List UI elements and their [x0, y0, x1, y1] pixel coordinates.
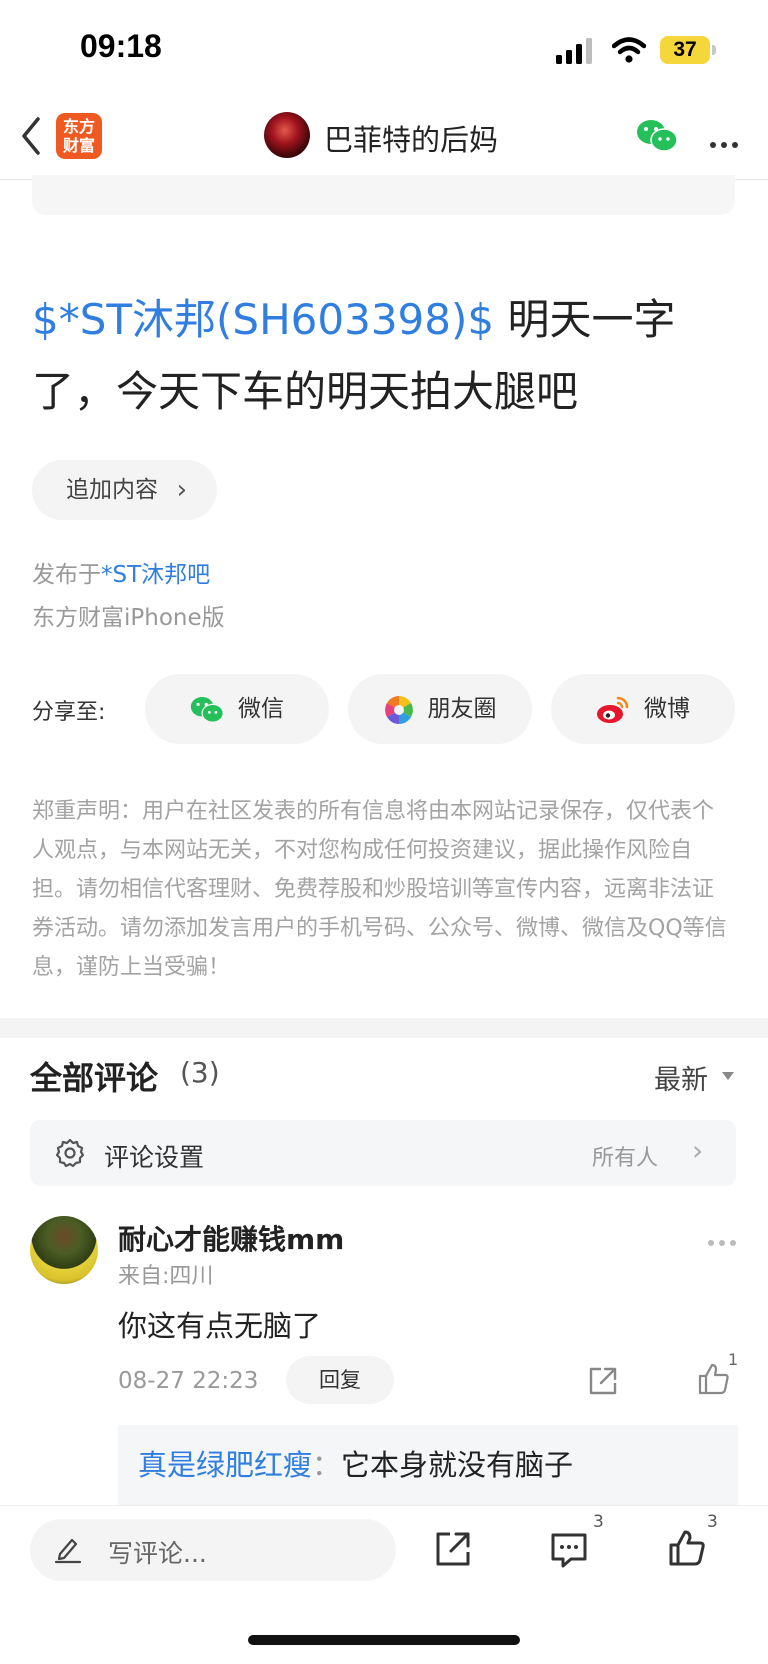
post-content: $*ST沐邦(SH603398)$ 明天一字了，今天下车的明天拍大腿吧: [32, 284, 737, 428]
comment-text: 你这有点无脑了: [118, 1309, 322, 1343]
stock-tag-link[interactable]: $*ST沐邦(SH603398)$: [32, 295, 494, 344]
section-separator: [0, 1018, 768, 1038]
sub-reply-text: 它本身就没有脑子: [341, 1448, 574, 1482]
share-wechat-button[interactable]: 微信: [145, 674, 329, 744]
chevron-right-icon: ›: [176, 475, 187, 505]
back-arrow-icon[interactable]: [20, 116, 42, 156]
weibo-icon: [597, 696, 629, 723]
share-moments-button[interactable]: 朋友圈: [348, 674, 532, 744]
app-logo-text: 东方 财富: [62, 117, 95, 155]
comment-settings-label: 评论设置: [104, 1143, 205, 1172]
like-count-badge: 3: [707, 1512, 718, 1532]
client-info: 东方财富iPhone版: [32, 605, 225, 631]
pencil-icon: [54, 1538, 82, 1564]
battery-indicator: 37: [660, 36, 710, 64]
author-avatar[interactable]: [264, 112, 310, 158]
comment-icon[interactable]: [549, 1530, 589, 1570]
comment-count-badge: 3: [593, 1512, 604, 1532]
more-menu-icon[interactable]: [710, 133, 743, 152]
chevron-right-icon: ›: [692, 1134, 704, 1167]
forum-link[interactable]: *ST沐邦吧: [101, 562, 210, 588]
commenter-location: 来自:四川: [118, 1264, 214, 1289]
comment-like-count: 1: [728, 1350, 739, 1369]
thumbs-up-icon[interactable]: [667, 1528, 707, 1568]
publish-info: 发布于*ST沐邦吧: [32, 555, 210, 589]
share-weibo-button[interactable]: 微博: [551, 674, 735, 744]
home-indicator: [248, 1635, 520, 1645]
write-comment-input[interactable]: [30, 1519, 396, 1581]
status-time: 09:18: [80, 28, 162, 64]
share-weibo-label: 微博: [644, 696, 690, 722]
reply-button[interactable]: 回复: [286, 1356, 394, 1404]
append-content-button[interactable]: 追加内容 ›: [32, 460, 217, 520]
sort-dropdown[interactable]: 最新: [654, 1058, 708, 1097]
disclaimer-text: 郑重声明：用户在社区发表的所有信息将由本网站记录保存，仅代表个人观点，与本网站无…: [32, 799, 727, 980]
battery-tip: [712, 45, 716, 55]
quoted-card: [32, 175, 735, 215]
comment-settings-value: 所有人: [592, 1146, 659, 1171]
sub-reply-user[interactable]: 真是绿肥红瘦: [138, 1448, 312, 1482]
author-name[interactable]: 巴菲特的后妈: [324, 117, 498, 159]
wechat-icon: [190, 696, 224, 723]
comment-more-icon[interactable]: [708, 1231, 741, 1250]
comments-count: (3): [180, 1056, 220, 1089]
comments-title: 全部评论: [30, 1059, 159, 1097]
share-icon[interactable]: [433, 1529, 473, 1569]
write-comment-placeholder: 写评论...: [108, 1539, 207, 1568]
wechat-icon[interactable]: [636, 118, 678, 154]
share-icon[interactable]: [587, 1365, 619, 1397]
publish-prefix: 发布于: [32, 562, 101, 588]
commenter-name[interactable]: 耐心才能赚钱mm: [118, 1218, 344, 1258]
gear-icon: [55, 1138, 85, 1168]
share-wechat-label: 微信: [238, 696, 284, 722]
comment-time: 08-27 22:23: [118, 1368, 259, 1394]
share-label: 分享至:: [32, 700, 106, 725]
app-logo[interactable]: 东方 财富: [56, 113, 102, 159]
sub-reply-separator: ：: [312, 1448, 342, 1482]
thumbs-up-icon[interactable]: [697, 1362, 731, 1396]
share-moments-label: 朋友圈: [427, 696, 497, 722]
caret-down-icon[interactable]: [722, 1072, 734, 1080]
moments-icon: [384, 695, 413, 724]
cellular-signal-icon: [556, 38, 592, 64]
wifi-icon: [612, 37, 646, 63]
commenter-avatar[interactable]: [30, 1216, 98, 1284]
sub-reply[interactable]: 真是绿肥红瘦：它本身就没有脑子: [138, 1442, 573, 1484]
append-content-label: 追加内容: [66, 477, 158, 503]
